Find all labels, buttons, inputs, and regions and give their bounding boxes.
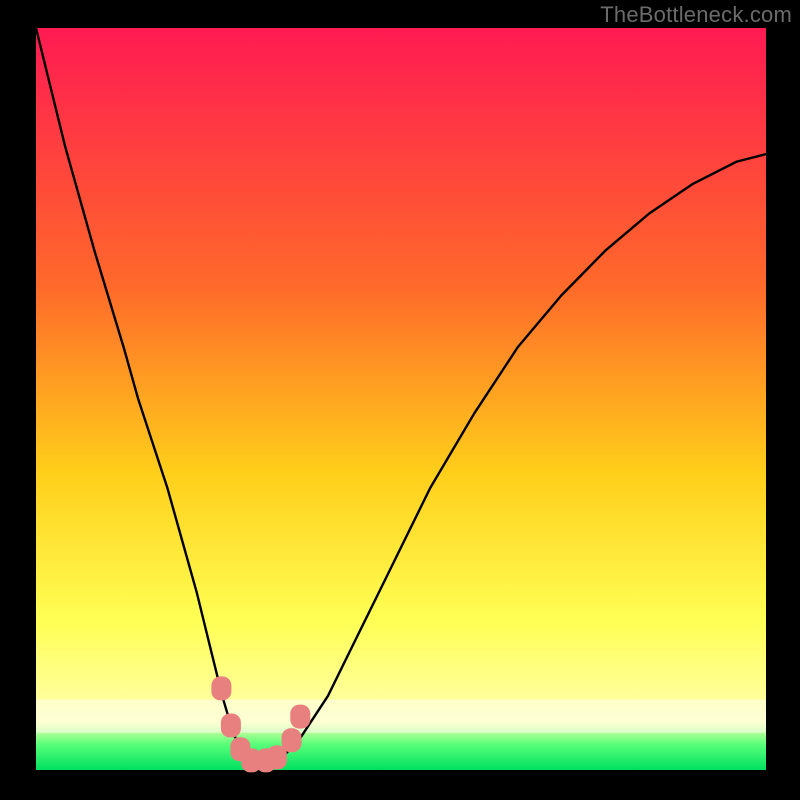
plot-background (36, 28, 766, 770)
watermark-text: TheBottleneck.com (600, 2, 792, 28)
marker-dot (290, 705, 310, 729)
marker-dot (282, 728, 302, 752)
chart-frame: TheBottleneck.com (0, 0, 800, 800)
marker-dot (211, 676, 231, 700)
marker-dot (221, 714, 241, 738)
pale-band (36, 700, 766, 733)
bottleneck-chart (0, 0, 800, 800)
